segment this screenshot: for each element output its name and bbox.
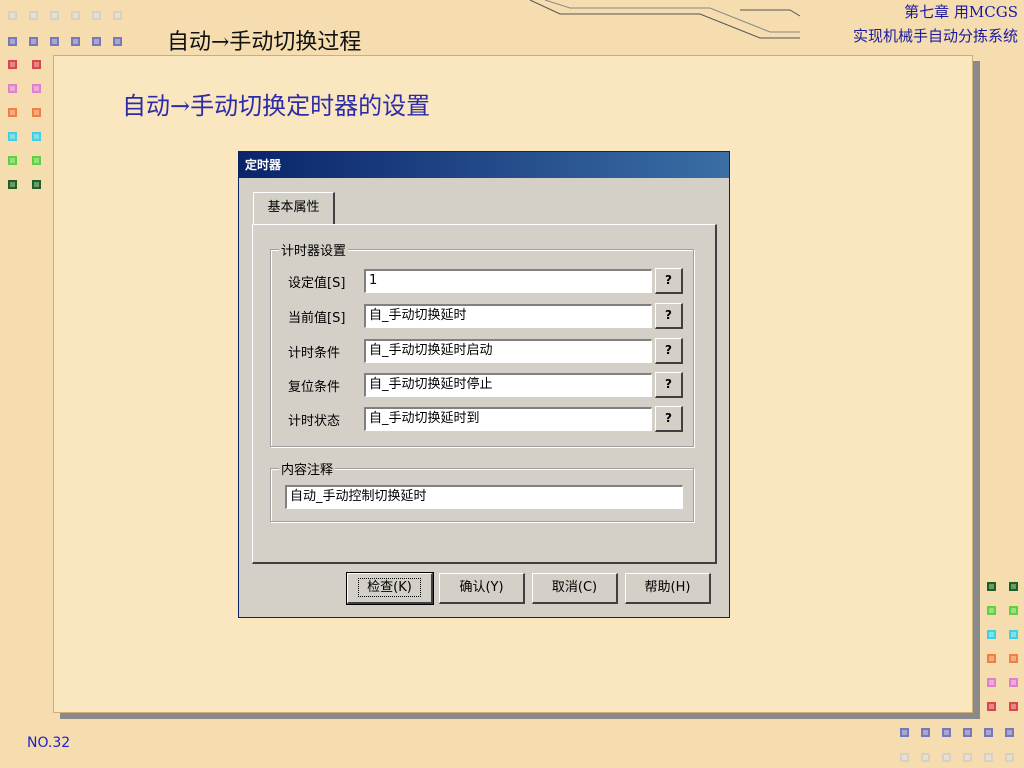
page-number: NO.32 [27, 735, 71, 751]
decor-square [900, 753, 909, 762]
check-button[interactable]: 检查(K) [346, 572, 434, 605]
comment-field[interactable]: 自动_手动控制切换延时 [285, 485, 683, 509]
decor-square [942, 728, 951, 737]
timer-status-help-button[interactable]: ? [655, 406, 683, 432]
chapter-line-2: 实现机械手自动分拣系统 [852, 27, 1018, 45]
dialog-title: 定时器 [239, 152, 729, 178]
decor-square [987, 654, 996, 663]
slide-title: 自动→手动切换过程 [167, 30, 362, 55]
decor-square [8, 84, 17, 93]
decor-square [1009, 606, 1018, 615]
decor-square [32, 108, 41, 117]
decor-square [987, 678, 996, 687]
decor-square [963, 728, 972, 737]
chapter-line-1: 第七章 用MCGS [904, 3, 1018, 21]
decor-square [942, 753, 951, 762]
comment-group-label: 内容注释 [279, 459, 336, 478]
decor-square [8, 132, 17, 141]
content-heading: 自动→手动切换定时器的设置 [122, 92, 431, 120]
decor-square [987, 606, 996, 615]
decor-square [8, 156, 17, 165]
decor-square [1005, 728, 1014, 737]
timer-status-field[interactable]: 自_手动切换延时到 [364, 407, 652, 431]
reset-condition-label: 复位条件 [288, 380, 341, 395]
decor-square [984, 753, 993, 762]
setpoint-help-button[interactable]: ? [655, 268, 683, 294]
decor-square [984, 728, 993, 737]
cancel-button[interactable]: 取消(C) [532, 573, 618, 604]
check-button-label: 检查(K) [358, 578, 421, 597]
timer-settings-group-label: 计时器设置 [279, 240, 349, 259]
decor-square [32, 156, 41, 165]
decor-square [1009, 678, 1018, 687]
current-value-help-button[interactable]: ? [655, 303, 683, 329]
chapter-caption: 第七章 用MCGS 实现机械手自动分拣系统 [724, 0, 1024, 52]
decor-square [921, 753, 930, 762]
decor-square [8, 180, 17, 189]
setpoint-field[interactable]: 1 [364, 269, 652, 293]
timing-condition-label: 计时条件 [288, 346, 341, 361]
decor-square [8, 60, 17, 69]
decor-square [32, 60, 41, 69]
timer-dialog: 定时器 基本属性 计时器设置 设定值[S] 1 ? 当前值[S] 自_手动切换延… [238, 151, 730, 618]
current-value-field[interactable]: 自_手动切换延时 [364, 304, 652, 328]
decor-square [1005, 753, 1014, 762]
current-value-label: 当前值[S] [288, 311, 346, 326]
decor-square [987, 582, 996, 591]
timing-condition-help-button[interactable]: ? [655, 338, 683, 364]
timer-status-label: 计时状态 [288, 414, 341, 429]
decor-square [1009, 702, 1018, 711]
decor-square [32, 132, 41, 141]
decor-square [987, 630, 996, 639]
reset-condition-help-button[interactable]: ? [655, 372, 683, 398]
decor-square [963, 753, 972, 762]
timing-condition-field[interactable]: 自_手动切换延时启动 [364, 339, 652, 363]
decor-square [1009, 582, 1018, 591]
tab-basic-properties[interactable]: 基本属性 [253, 192, 335, 224]
decor-square [8, 108, 17, 117]
decor-square [1009, 630, 1018, 639]
help-button[interactable]: 帮助(H) [625, 573, 711, 604]
confirm-button[interactable]: 确认(Y) [439, 573, 525, 604]
reset-condition-field[interactable]: 自_手动切换延时停止 [364, 373, 652, 397]
decor-square [900, 728, 909, 737]
decor-square [921, 728, 930, 737]
decor-square [1009, 654, 1018, 663]
decor-square [987, 702, 996, 711]
decor-square [32, 84, 41, 93]
tab-panel: 计时器设置 设定值[S] 1 ? 当前值[S] 自_手动切换延时 ? 计时条件 … [252, 224, 717, 564]
decor-square [32, 180, 41, 189]
setpoint-label: 设定值[S] [288, 276, 346, 291]
